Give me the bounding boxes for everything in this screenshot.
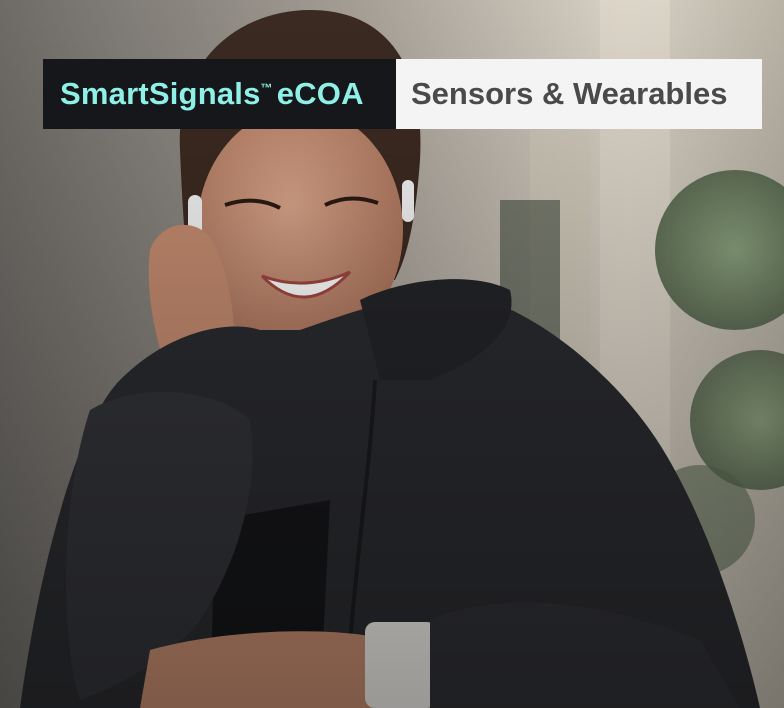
brand-name: SmartSignals — [60, 76, 261, 111]
brand-suffix: eCOA — [276, 76, 364, 111]
topic-label: Sensors & Wearables — [396, 59, 762, 129]
trademark-symbol: ™ — [260, 81, 273, 95]
title-banner: SmartSignals ™ eCOA Sensors & Wearables — [43, 59, 762, 129]
hero-image: SmartSignals ™ eCOA Sensors & Wearables — [0, 0, 784, 708]
brand-label: SmartSignals ™ eCOA — [43, 59, 396, 129]
